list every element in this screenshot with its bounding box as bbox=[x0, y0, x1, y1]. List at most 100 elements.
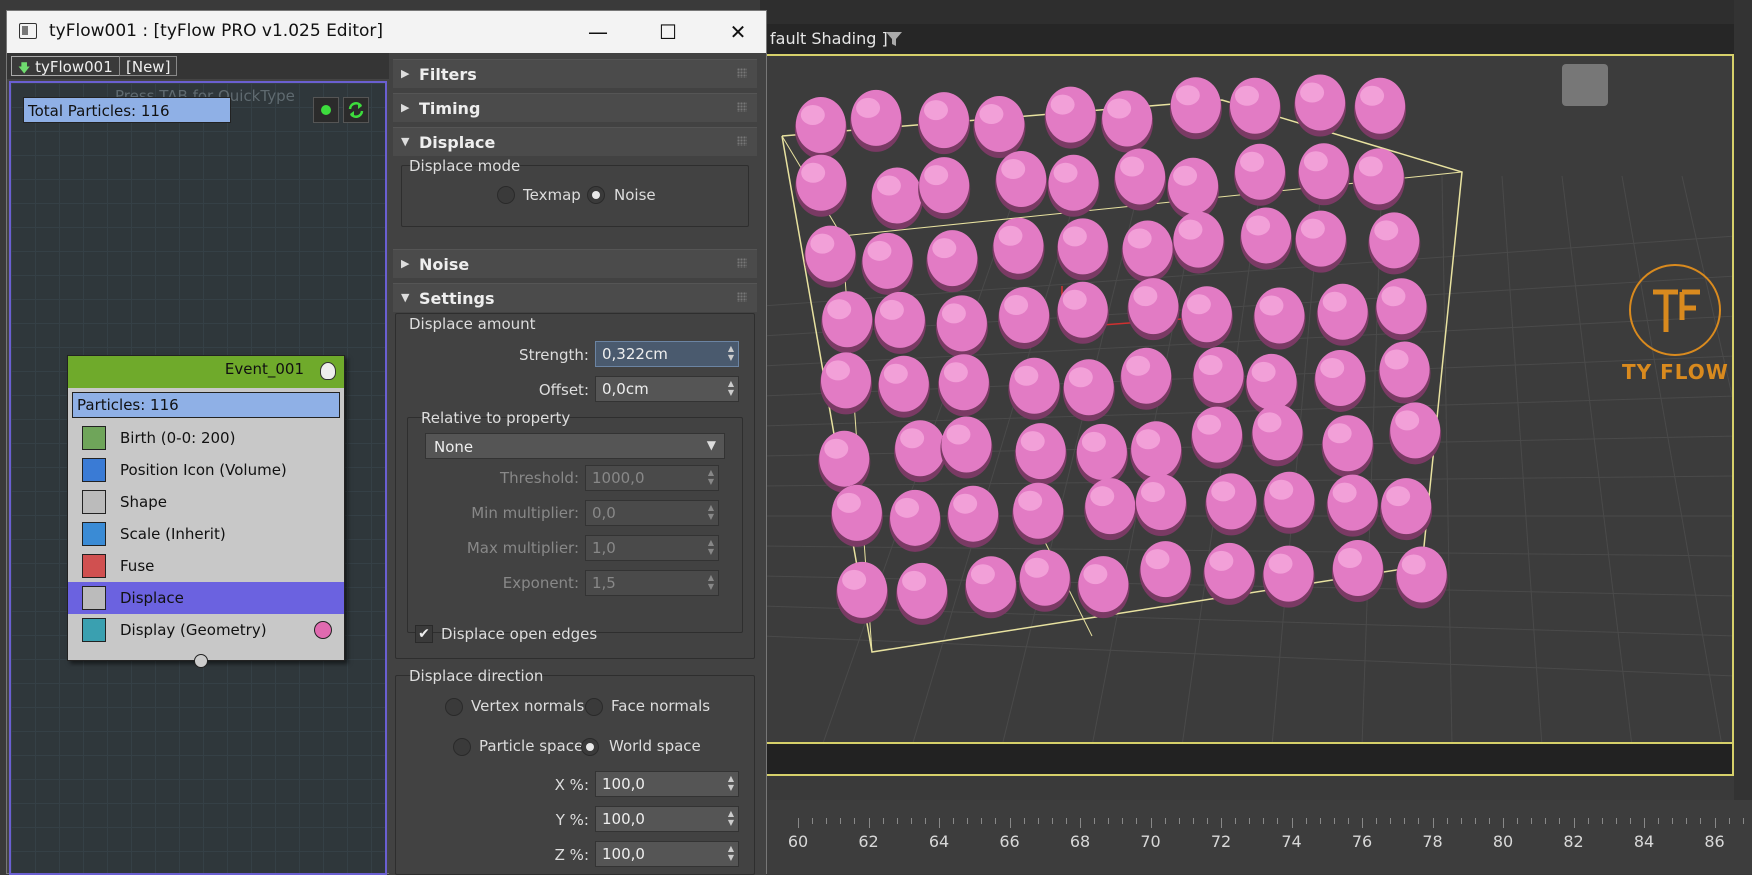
vertex-normals-radio[interactable] bbox=[445, 698, 463, 716]
viewport-header[interactable]: fault Shading ] bbox=[760, 24, 1734, 54]
grip-icon[interactable] bbox=[737, 258, 747, 268]
displace-open-edges-checkbox[interactable]: ✔ bbox=[415, 625, 433, 643]
minimize-button[interactable]: — bbox=[570, 11, 626, 53]
particle-blob bbox=[1181, 286, 1232, 343]
particle-highlight bbox=[1145, 549, 1170, 570]
particle-blob bbox=[819, 430, 870, 487]
operator-label: Display (Geometry) bbox=[120, 621, 267, 639]
spinner-arrows-icon[interactable]: ▲ ▼ bbox=[708, 573, 714, 591]
window-titlebar[interactable]: tyFlow001 : [tyFlow PRO v1.025 Editor] —… bbox=[7, 11, 766, 53]
viewport-top-strip bbox=[760, 0, 1752, 24]
particle-space-label: Particle space bbox=[479, 737, 584, 755]
rollout-filters[interactable]: ▶ Filters bbox=[393, 59, 757, 88]
particle-highlight bbox=[1360, 85, 1385, 106]
vertex-normals-label: Vertex normals bbox=[471, 697, 585, 715]
particle-highlight bbox=[1269, 479, 1294, 500]
tab-new[interactable]: [New] bbox=[119, 56, 178, 76]
close-button[interactable]: ✕ bbox=[710, 11, 766, 53]
rollout-displace[interactable]: ▼ Displace bbox=[393, 127, 757, 156]
operator-displace[interactable]: Displace bbox=[68, 582, 344, 614]
particle-blob bbox=[1204, 542, 1255, 599]
spinner-arrows-icon[interactable]: ▲ ▼ bbox=[728, 844, 734, 862]
operator-birth[interactable]: Birth (0-0: 200) bbox=[68, 422, 344, 454]
flow-canvas[interactable]: Press TAB for QuickType Total Particles:… bbox=[9, 81, 387, 875]
timeline-ruler[interactable]: 60 62 64 66 68 70 72 74 76 78 80 82 84 86 bbox=[760, 800, 1752, 874]
operator-fuse[interactable]: Fuse bbox=[68, 550, 344, 582]
z-percent-spinner[interactable]: 100,0 ▲ ▼ bbox=[595, 841, 739, 867]
rollout-settings[interactable]: ▼ Settings bbox=[393, 283, 757, 312]
timeline-tick-label: 60 bbox=[787, 832, 809, 851]
y-percent-spinner[interactable]: 100,0 ▲ ▼ bbox=[595, 806, 739, 832]
x-percent-spinner[interactable]: 100,0 ▲ ▼ bbox=[595, 771, 739, 797]
rollout-title: Filters bbox=[419, 65, 477, 84]
particle-blob bbox=[1013, 482, 1064, 539]
timeline-tick-mark bbox=[1206, 818, 1208, 824]
spinner-arrows-icon[interactable]: ▲ ▼ bbox=[728, 344, 734, 362]
timeline-tick-label: 84 bbox=[1633, 832, 1655, 851]
refresh-flow-button[interactable] bbox=[343, 97, 369, 123]
timeline-tick-mark bbox=[1051, 818, 1053, 824]
perspective-viewport[interactable] bbox=[760, 54, 1734, 744]
spinner-arrows-icon[interactable]: ▲ ▼ bbox=[728, 809, 734, 827]
timeline-tick-mark bbox=[840, 818, 841, 824]
offset-spinner[interactable]: 0,0cm ▲ ▼ bbox=[595, 376, 739, 402]
relative-property-dropdown[interactable]: None ▼ bbox=[425, 433, 725, 459]
exponent-spinner[interactable]: 1,5 ▲ ▼ bbox=[585, 570, 719, 596]
timeline-tick-mark bbox=[910, 818, 912, 824]
particle-highlight bbox=[1014, 365, 1039, 386]
particle-highlight bbox=[946, 424, 971, 445]
particle-highlight bbox=[923, 100, 948, 121]
operator-shape[interactable]: Shape bbox=[68, 486, 344, 518]
timeline-tick-label: 66 bbox=[999, 832, 1020, 851]
noise-radio[interactable] bbox=[587, 186, 605, 204]
grip-icon[interactable] bbox=[737, 292, 747, 302]
timeline-tick-mark bbox=[1615, 818, 1617, 824]
spinner-arrows-icon[interactable]: ▲ ▼ bbox=[708, 503, 714, 521]
viewport-shading-label[interactable]: fault Shading ] bbox=[770, 29, 888, 48]
spinner-arrows-icon[interactable]: ▲ ▼ bbox=[708, 538, 714, 556]
event-output-connector[interactable] bbox=[194, 654, 208, 668]
enable-flow-button[interactable] bbox=[313, 97, 339, 123]
particle-blob bbox=[795, 96, 846, 153]
operator-properties-panel[interactable]: ▶ Filters ▶ Timing ▼ Displace Displace m… bbox=[389, 53, 766, 875]
tyflow-editor-window[interactable]: tyFlow001 : [tyFlow PRO v1.025 Editor] —… bbox=[6, 10, 767, 875]
grip-icon[interactable] bbox=[737, 102, 747, 112]
filter-icon[interactable] bbox=[885, 30, 903, 48]
event-header[interactable]: Event_001 bbox=[68, 356, 344, 388]
operator-position[interactable]: Position Icon (Volume) bbox=[68, 454, 344, 486]
particle-blob bbox=[1322, 415, 1373, 472]
lightbulb-icon[interactable] bbox=[320, 362, 336, 380]
timeline-tick-mark bbox=[1094, 818, 1095, 824]
grip-icon[interactable] bbox=[737, 136, 747, 146]
event-node[interactable]: Event_001 Particles: 116 Birth (0-0: 200… bbox=[67, 355, 345, 668]
rollout-noise[interactable]: ▶ Noise bbox=[393, 249, 757, 278]
max-multiplier-spinner[interactable]: 1,0 ▲ ▼ bbox=[585, 535, 719, 561]
spinner-arrows-icon[interactable]: ▲ ▼ bbox=[708, 468, 714, 486]
texmap-radio[interactable] bbox=[497, 186, 515, 204]
rollout-timing[interactable]: ▶ Timing bbox=[393, 93, 757, 122]
particle-highlight bbox=[902, 570, 927, 591]
maximize-button[interactable]: ☐ bbox=[640, 11, 696, 53]
grip-icon[interactable] bbox=[737, 68, 747, 78]
world-space-radio[interactable] bbox=[581, 738, 599, 756]
operator-display[interactable]: Display (Geometry) bbox=[68, 614, 344, 646]
operator-scale[interactable]: Scale (Inherit) bbox=[68, 518, 344, 550]
particle-blob bbox=[1192, 406, 1243, 463]
particle-blob bbox=[993, 217, 1044, 274]
strength-spinner[interactable]: 0,322cm ▲ ▼ bbox=[595, 341, 739, 367]
timeline-tick-mark bbox=[995, 818, 996, 824]
min-multiplier-spinner[interactable]: 0,0 ▲ ▼ bbox=[585, 500, 719, 526]
spinner-arrows-icon[interactable]: ▲ ▼ bbox=[728, 774, 734, 792]
particle-highlight bbox=[1004, 295, 1029, 316]
particle-highlight bbox=[1395, 410, 1420, 431]
particle-space-radio[interactable] bbox=[453, 738, 471, 756]
spinner-arrows-icon[interactable]: ▲ ▼ bbox=[728, 379, 734, 397]
collapse-arrow-icon: ▼ bbox=[401, 291, 410, 304]
exponent-label: Exponent: bbox=[502, 574, 579, 592]
display-color-swatch[interactable] bbox=[314, 621, 332, 639]
timeline-tick-mark bbox=[1305, 818, 1307, 824]
tab-tyflow001[interactable]: 🡇 tyFlow001 bbox=[11, 56, 120, 76]
threshold-spinner[interactable]: 1000,0 ▲ ▼ bbox=[585, 465, 719, 491]
timeline-tick-mark bbox=[1531, 818, 1532, 824]
face-normals-radio[interactable] bbox=[585, 698, 603, 716]
